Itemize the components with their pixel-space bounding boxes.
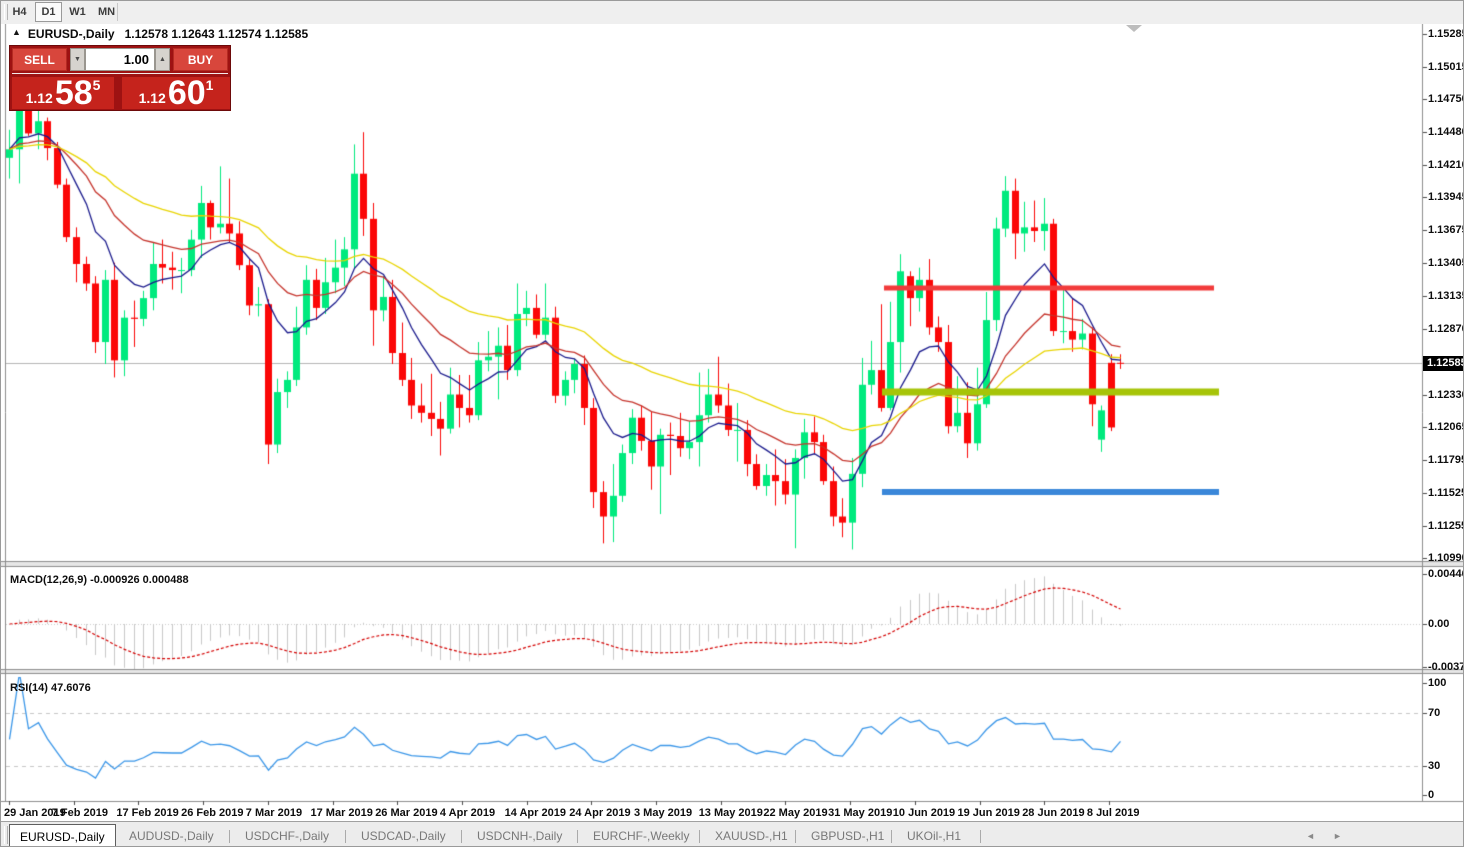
one-click-trade-panel: SELL ▼ ▲ BUY 1.12 58 5 1.12 60 1 [9, 45, 231, 111]
timeframe-button-w1[interactable]: W1 [64, 2, 91, 22]
date-axis-label: 8 Jul 2019 [1087, 807, 1140, 819]
tab-separator [229, 830, 230, 843]
chart-tab-bar: ◄ ► EURUSD-,DailyAUDUSD-,Daily USDCHF-,Da… [1, 821, 1464, 847]
current-price-tag: 1.12585 [1423, 356, 1464, 371]
tab-usdchf-daily[interactable]: USDCHF-,Daily [235, 825, 339, 847]
date-axis-label: 17 Mar 2019 [311, 807, 373, 819]
tab-ukoil-h1[interactable]: UKOil-,H1 [897, 825, 971, 847]
date-axis-label: 24 Apr 2019 [569, 807, 630, 819]
date-axis-label: 17 Feb 2019 [116, 807, 178, 819]
indicator-axis-label: 0.00 [1428, 618, 1449, 631]
volume-decrease-icon[interactable]: ▼ [70, 48, 85, 71]
volume-input[interactable] [85, 48, 155, 71]
timeframe-button-mn[interactable]: MN [93, 2, 120, 22]
mt4-window: H4D1W1MN ▲ EURUSD-,Daily 1.12578 1.12643 1… [0, 0, 1464, 847]
buy-price-main: 60 [168, 78, 206, 108]
tab-separator [577, 830, 578, 843]
date-axis-label: 14 Apr 2019 [505, 807, 566, 819]
price-axis-label: 1.12870 [1428, 323, 1464, 336]
tab-scroll-left-icon[interactable]: ◄ [1306, 831, 1315, 841]
date-axis-label: 4 Apr 2019 [440, 807, 495, 819]
date-axis-label: 28 Jun 2019 [1022, 807, 1084, 819]
ohlc-values: 1.12578 1.12643 1.12574 1.12585 [125, 27, 309, 41]
tab-separator [980, 830, 981, 843]
price-axis-label: 1.11525 [1428, 487, 1464, 500]
chart-region: ▲ EURUSD-,Daily 1.12578 1.12643 1.12574 1.… [1, 24, 1464, 821]
date-axis-label: 31 May 2019 [828, 807, 892, 819]
volume-increase-icon[interactable]: ▲ [155, 48, 170, 71]
indicator-axis-label: 70 [1428, 707, 1440, 720]
tab-usdcnh-daily[interactable]: USDCNH-,Daily [467, 825, 572, 847]
indicator-axis-label: 0 [1428, 789, 1434, 802]
rsi-indicator-label: RSI(14) 47.6076 [10, 682, 91, 694]
tab-eurchf-weekly[interactable]: EURCHF-,Weekly [583, 825, 699, 847]
tab-audusd-daily[interactable]: AUDUSD-,Daily [119, 825, 224, 847]
macd-indicator-label: MACD(12,26,9) -0.000926 0.000488 [10, 574, 189, 586]
price-axis-label: 1.12065 [1428, 421, 1464, 434]
price-axis-label: 1.11255 [1428, 520, 1464, 533]
chart-symbol-label: EURUSD-,Daily [28, 27, 115, 41]
date-axis-label: 13 May 2019 [699, 807, 763, 819]
price-axis-label: 1.10990 [1428, 552, 1464, 565]
price-chart-canvas[interactable] [1, 24, 1464, 821]
price-axis-label: 1.14750 [1428, 93, 1464, 106]
timeframe-button-d1[interactable]: D1 [35, 2, 62, 22]
tab-scroll-right-icon[interactable]: ► [1333, 831, 1342, 841]
sell-price-display[interactable]: 1.12 58 5 [12, 77, 114, 109]
date-axis-label: 7 Mar 2019 [246, 807, 302, 819]
price-axis-label: 1.15015 [1428, 61, 1464, 74]
buy-price-pip: 1 [206, 77, 214, 93]
date-axis-label: 26 Mar 2019 [375, 807, 437, 819]
buy-button[interactable]: BUY [173, 48, 228, 71]
price-axis-label: 1.13675 [1428, 224, 1464, 237]
indicator-axis-label: 100 [1428, 677, 1446, 690]
timeframe-toolbar: H4D1W1MN [1, 1, 1464, 25]
tab-bar-grip[interactable] [4, 826, 8, 844]
tab-xauusd-h1[interactable]: XAUUSD-,H1 [705, 825, 798, 847]
toolbar-separator [117, 3, 118, 21]
tab-separator [795, 830, 796, 843]
chart-shift-marker-icon[interactable] [1126, 25, 1142, 32]
sell-button[interactable]: SELL [12, 48, 67, 71]
chart-ohlc-header: ▲ EURUSD-,Daily 1.12578 1.12643 1.12574 1.… [12, 27, 308, 41]
price-axis-label: 1.14480 [1428, 126, 1464, 139]
price-axis-label: 1.15285 [1428, 28, 1464, 41]
sell-price-pip: 5 [93, 77, 101, 93]
tab-eurusd-daily[interactable]: EURUSD-,Daily [9, 824, 116, 847]
price-axis-label: 1.14210 [1428, 159, 1464, 172]
date-axis-label: 19 Jun 2019 [958, 807, 1020, 819]
price-axis-label: 1.12330 [1428, 389, 1464, 402]
tab-gbpusd-h1[interactable]: GBPUSD-,H1 [801, 825, 894, 847]
sell-price-main: 58 [55, 78, 93, 108]
indicator-axis-label: 30 [1428, 760, 1440, 773]
date-axis-label: 26 Feb 2019 [181, 807, 243, 819]
tab-usdcad-daily[interactable]: USDCAD-,Daily [351, 825, 456, 847]
date-axis-label: 22 May 2019 [763, 807, 827, 819]
price-axis-label: 1.13405 [1428, 257, 1464, 270]
sell-price-prefix: 1.12 [26, 90, 53, 106]
date-axis-label: 3 May 2019 [634, 807, 692, 819]
tab-separator [345, 830, 346, 843]
price-axis-label: 1.11795 [1428, 454, 1464, 467]
buy-price-prefix: 1.12 [139, 90, 166, 106]
tab-separator [461, 830, 462, 843]
timeframe-button-h4[interactable]: H4 [6, 2, 33, 22]
indicator-axis-label: 0.004465 [1428, 568, 1464, 581]
panel-collapse-icon[interactable]: ▲ [12, 27, 21, 37]
tab-separator [891, 830, 892, 843]
price-axis-label: 1.13135 [1428, 290, 1464, 303]
date-axis-label: 10 Jun 2019 [893, 807, 955, 819]
indicator-axis-label: -0.003715 [1428, 661, 1464, 674]
date-axis-label: 7 Feb 2019 [52, 807, 108, 819]
tab-separator [699, 830, 700, 843]
price-axis-label: 1.13945 [1428, 191, 1464, 204]
trade-panel-top-row: SELL ▼ ▲ BUY [12, 48, 228, 74]
buy-price-display[interactable]: 1.12 60 1 [122, 77, 230, 109]
